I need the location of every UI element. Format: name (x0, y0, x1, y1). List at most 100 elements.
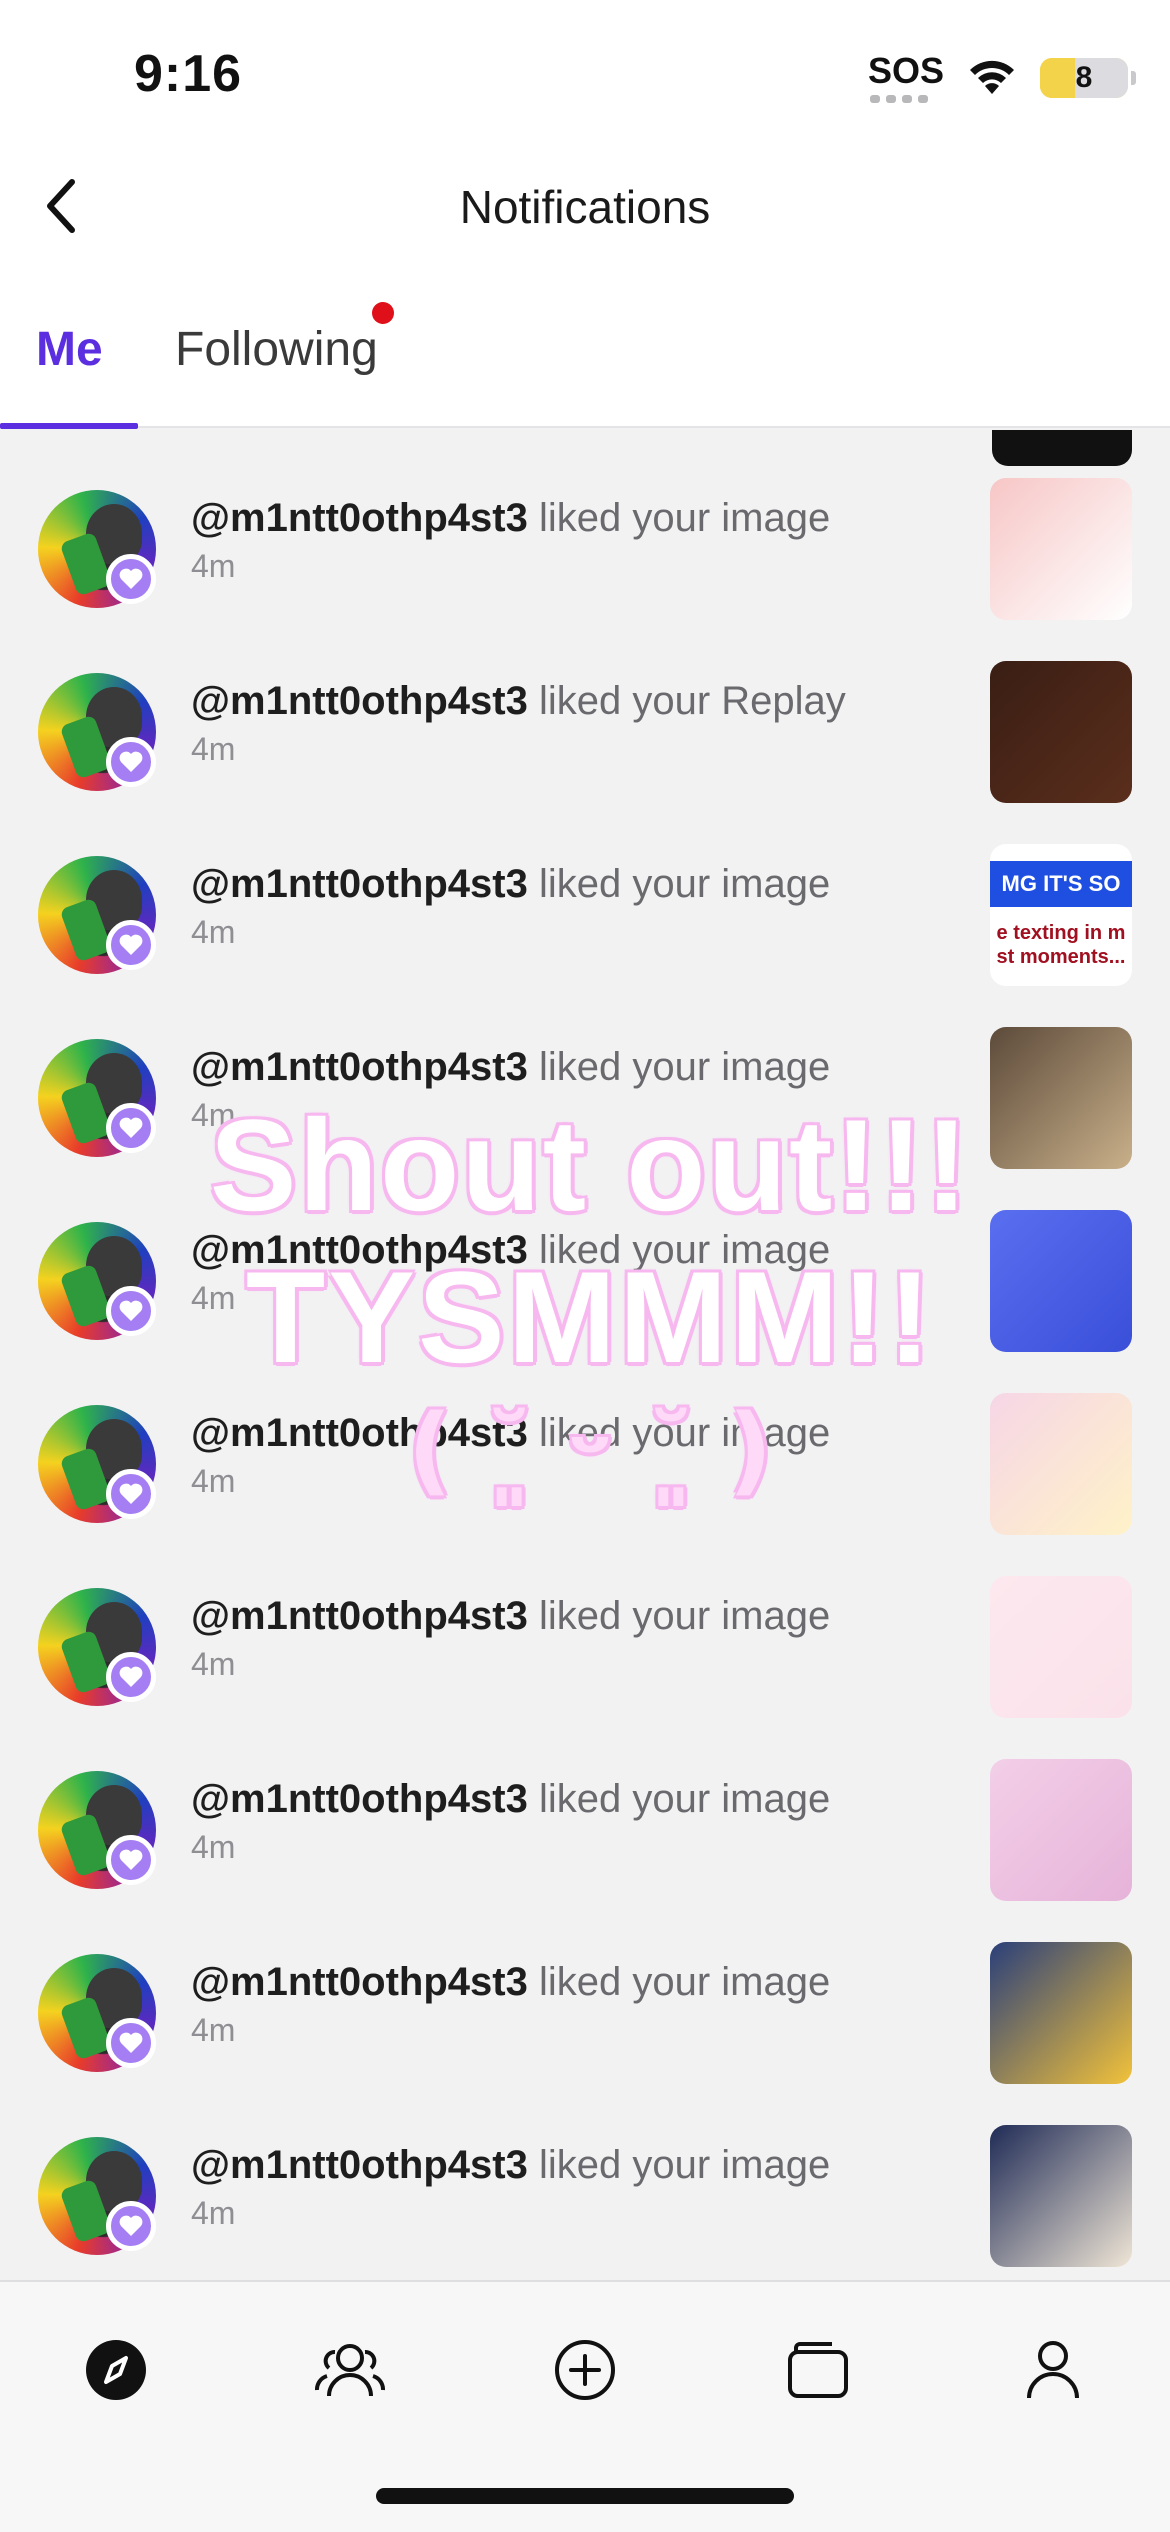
notification-row[interactable]: @m1ntt0othp4st3 liked your image 4m (0, 1894, 1170, 2084)
username-link[interactable]: @m1ntt0othp4st3 (191, 2143, 528, 2187)
notification-row[interactable]: @m1ntt0othp4st3 liked your image 4m (0, 430, 1170, 620)
heart-icon (119, 1483, 143, 1504)
nav-profile[interactable] (1003, 2320, 1103, 2420)
content-thumbnail[interactable]: MG IT'S SO e texting in m st moments... (990, 844, 1132, 986)
notification-time: 4m (191, 914, 236, 950)
notification-row[interactable]: @m1ntt0othp4st3 liked your image 4m (0, 1345, 1170, 1535)
username-link[interactable]: @m1ntt0othp4st3 (191, 862, 528, 906)
heart-badge (106, 1835, 156, 1885)
heart-icon (119, 2215, 143, 2236)
tab-following[interactable]: Following (175, 322, 378, 377)
nav-library[interactable] (768, 2320, 868, 2420)
content-thumbnail[interactable] (990, 1027, 1132, 1169)
notification-time: 4m (191, 731, 236, 767)
username-link[interactable]: @m1ntt0othp4st3 (191, 679, 528, 723)
notification-action: liked your image (538, 1411, 831, 1455)
notification-text: @m1ntt0othp4st3 liked your image (191, 1228, 830, 1273)
sos-label: SOS (867, 50, 944, 91)
heart-badge (106, 920, 156, 970)
heart-icon (119, 1849, 143, 1870)
content-thumbnail[interactable] (990, 1576, 1132, 1718)
notification-text: @m1ntt0othp4st3 liked your image (191, 1411, 830, 1456)
unread-dot (372, 302, 394, 324)
notification-time: 4m (191, 2012, 236, 2048)
heart-badge (106, 1286, 156, 1336)
notification-time: 4m (191, 1097, 236, 1133)
content-thumbnail[interactable] (990, 661, 1132, 803)
thumbnail-text: st moments... (996, 946, 1126, 969)
thumbnail-text: e texting in m (996, 922, 1126, 945)
profile-icon (1027, 2341, 1079, 2399)
notification-row[interactable]: @m1ntt0othp4st3 liked your image 4m MG IT'… (0, 796, 1170, 986)
content-thumbnail[interactable] (990, 2125, 1132, 2267)
notification-time: 4m (191, 1829, 236, 1865)
username-link[interactable]: @m1ntt0othp4st3 (191, 1411, 528, 1455)
folder-icon (788, 2342, 848, 2398)
compass-icon (86, 2340, 146, 2400)
heart-icon (119, 1300, 143, 1321)
notification-action: liked your image (538, 862, 831, 906)
username-link[interactable]: @m1ntt0othp4st3 (191, 1594, 528, 1638)
heart-icon (119, 751, 143, 772)
username-link[interactable]: @m1ntt0othp4st3 (191, 1777, 528, 1821)
heart-icon (119, 568, 143, 589)
battery-icon: 8 (1040, 58, 1136, 98)
header: Notifications (0, 150, 1170, 270)
status-indicators: SOS 8 (868, 48, 1136, 108)
notification-row[interactable]: @m1ntt0othp4st3 liked your image 4m (0, 979, 1170, 1169)
notification-row[interactable]: @m1ntt0othp4st3 liked your image 4m (0, 2077, 1170, 2267)
content-thumbnail[interactable] (990, 478, 1132, 620)
page-title: Notifications (459, 181, 711, 233)
heart-badge (106, 1469, 156, 1519)
content-thumbnail[interactable] (990, 1393, 1132, 1535)
username-link[interactable]: @m1ntt0othp4st3 (191, 1045, 528, 1089)
notification-action: liked your image (538, 2143, 831, 2187)
content-thumbnail[interactable] (990, 1210, 1132, 1352)
notification-text: @m1ntt0othp4st3 liked your image (191, 1594, 830, 1639)
sos-indicator: SOS (868, 53, 944, 103)
notification-time: 4m (191, 2195, 236, 2231)
notification-row[interactable]: @m1ntt0othp4st3 liked your image 4m (0, 1711, 1170, 1901)
thumbnail-text: MG IT'S SO (990, 860, 1132, 908)
status-bar: 9:16 SOS 8 (0, 0, 1170, 150)
notification-time: 4m (191, 1646, 236, 1682)
notification-time: 4m (191, 1280, 236, 1316)
notification-time: 4m (191, 1463, 236, 1499)
heart-badge (106, 1103, 156, 1153)
nav-create[interactable] (535, 2320, 635, 2420)
notification-action: liked your image (538, 1960, 831, 2004)
notification-text: @m1ntt0othp4st3 liked your image (191, 2143, 830, 2188)
notification-text: @m1ntt0othp4st3 liked your image (191, 862, 830, 907)
notification-action: liked your image (538, 1777, 831, 1821)
username-link[interactable]: @m1ntt0othp4st3 (191, 1228, 528, 1272)
heart-icon (119, 934, 143, 955)
people-icon (315, 2344, 385, 2397)
notification-tabs: Me Following (0, 270, 1170, 429)
heart-icon (119, 1666, 143, 1687)
notification-row[interactable]: @m1ntt0othp4st3 liked your image 4m (0, 1528, 1170, 1718)
notification-text: @m1ntt0othp4st3 liked your image (191, 1777, 830, 1822)
notification-action: liked your Replay (538, 679, 846, 723)
heart-badge (106, 1652, 156, 1702)
notification-action: liked your image (538, 1045, 831, 1089)
username-link[interactable]: @m1ntt0othp4st3 (191, 1960, 528, 2004)
notification-action: liked your image (538, 1594, 831, 1638)
heart-badge (106, 2201, 156, 2251)
battery-label: 8 (1075, 61, 1093, 94)
wifi-icon (970, 60, 1014, 94)
status-time: 9:16 (134, 45, 243, 103)
heart-badge (106, 554, 156, 604)
notification-text: @m1ntt0othp4st3 liked your image (191, 1045, 830, 1090)
heart-icon (119, 2032, 143, 2053)
home-indicator (376, 2488, 794, 2504)
tab-me[interactable]: Me (36, 322, 103, 377)
content-thumbnail[interactable] (990, 1942, 1132, 2084)
content-thumbnail[interactable] (990, 1759, 1132, 1901)
notification-row[interactable]: @m1ntt0othp4st3 liked your Replay 4m (0, 613, 1170, 803)
username-link[interactable]: @m1ntt0othp4st3 (191, 496, 528, 540)
heart-icon (119, 1117, 143, 1138)
notification-row[interactable]: @m1ntt0othp4st3 liked your image 4m (0, 1162, 1170, 1352)
nav-explore[interactable] (66, 2320, 166, 2420)
notification-list[interactable]: @m1ntt0othp4st3 liked your image 4m @m1ntt… (0, 430, 1170, 2280)
nav-community[interactable] (300, 2320, 400, 2420)
